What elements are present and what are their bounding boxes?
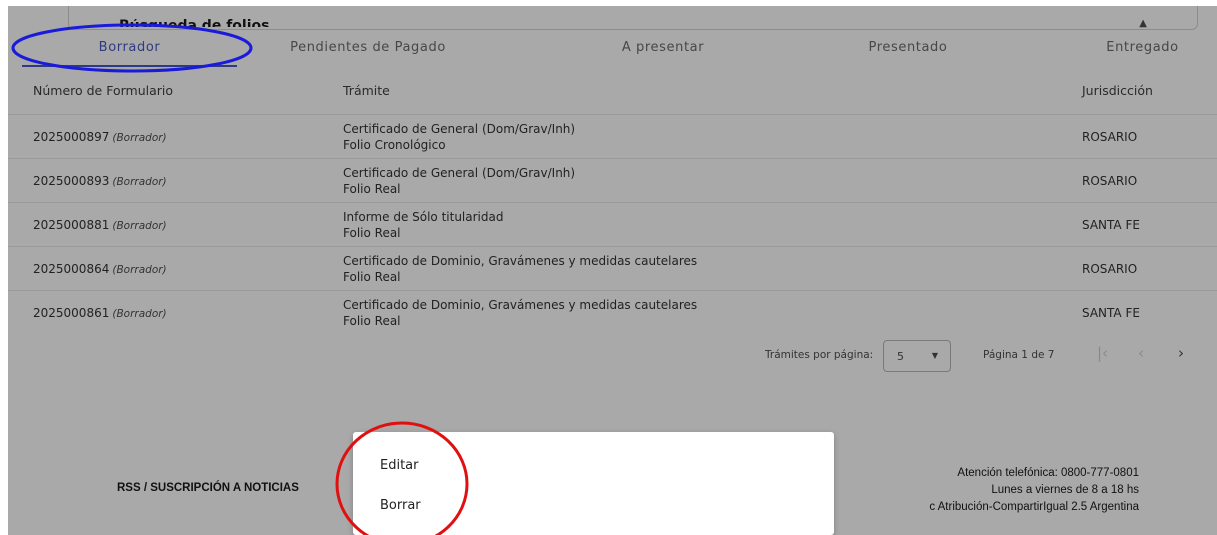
rss-link[interactable]: RSS / SUSCRIPCIÓN A NOTICIAS (117, 482, 299, 494)
cell-jurisdiccion: SANTA FE (1082, 306, 1140, 320)
header-tramite[interactable]: Trámite (343, 83, 390, 98)
table-row[interactable]: 2025000881 (Borrador) Informe de Sólo tit… (8, 203, 1217, 247)
page-indicator: Página 1 de 7 (983, 349, 1055, 361)
cell-tipo: Folio Cronológico (343, 138, 446, 152)
first-page-icon[interactable]: |‹ (1097, 344, 1108, 362)
cell-jurisdiccion: SANTA FE (1082, 218, 1140, 232)
delete-menu-item[interactable]: Borrar (380, 498, 421, 513)
cell-jurisdiccion: ROSARIO (1082, 130, 1138, 144)
tab-a-presentar[interactable]: A presentar (573, 32, 753, 66)
table-row[interactable]: 2025000864 (Borrador) Certificado de Domi… (8, 247, 1217, 291)
cell-estado: (Borrador) (112, 220, 167, 232)
phone-text: Atención telefónica: 0800-777-0801 (957, 467, 1139, 479)
tab-presentado[interactable]: Presentado (818, 32, 998, 66)
caret-down-icon: ▼ (931, 351, 938, 360)
table-row[interactable]: 2025000861 (Borrador) Certificado de Domi… (8, 291, 1217, 334)
chevron-up-icon[interactable]: ▲ (1139, 18, 1147, 29)
cell-tramite: Certificado de Dominio, Gravámenes y med… (343, 298, 698, 328)
cell-tramite: Informe de Sólo titularidad Folio Real (343, 210, 504, 240)
cell-tipo: Folio Real (343, 182, 401, 196)
search-panel-title: Búsqueda de folios (119, 19, 270, 27)
cell-numero: 2025000861 (Borrador) (33, 306, 167, 320)
per-page-value: 5 (897, 350, 904, 363)
top-margin (0, 0, 1217, 6)
active-tab-indicator (22, 65, 237, 67)
header-numero[interactable]: Número de Formulario (33, 83, 173, 98)
cell-tipo: Folio Real (343, 226, 401, 240)
per-page-label: Trámites por página: (765, 349, 874, 361)
pagination-bar: Trámites por página: 5 ▼ Página 1 de 7 |… (0, 338, 1217, 374)
row-context-menu: Editar Borrar (353, 432, 834, 535)
tab-entregado[interactable]: Entregado (1068, 32, 1217, 66)
left-margin (0, 0, 8, 535)
tramites-table: Número de Formulario Trámite Jurisdicció… (8, 70, 1217, 334)
contact-info: Atención telefónica: 0800-777-0801 Lunes… (929, 465, 1139, 516)
license-text: c Atribución-CompartirIgual 2.5 Argentin… (929, 501, 1139, 513)
tab-pendientes-de-pagado[interactable]: Pendientes de Pagado (268, 32, 468, 66)
table-row[interactable]: 2025000897 (Borrador) Certificado de Gene… (8, 115, 1217, 159)
cell-tramite: Certificado de Dominio, Gravámenes y med… (343, 254, 698, 284)
cell-tramite: Certificado de General (Dom/Grav/Inh) Fol… (343, 166, 576, 196)
cell-tipo: Folio Real (343, 270, 401, 284)
cell-tipo: Folio Real (343, 314, 401, 328)
tab-borrador[interactable]: Borrador (22, 32, 237, 66)
hours-text: Lunes a viernes de 8 a 18 hs (991, 484, 1139, 496)
cell-numero: 2025000881 (Borrador) (33, 218, 167, 232)
next-page-icon[interactable]: › (1178, 344, 1184, 362)
per-page-select[interactable]: 5 ▼ (883, 340, 951, 372)
cell-numero: 2025000897 (Borrador) (33, 130, 167, 144)
edit-menu-item[interactable]: Editar (380, 458, 419, 473)
cell-estado: (Borrador) (112, 308, 167, 320)
table-header: Número de Formulario Trámite Jurisdicció… (8, 70, 1217, 115)
cell-tramite: Certificado de General (Dom/Grav/Inh) Fol… (343, 122, 576, 152)
header-jurisdiccion[interactable]: Jurisdicción (1082, 83, 1153, 98)
cell-estado: (Borrador) (112, 132, 167, 144)
table-row[interactable]: 2025000893 (Borrador) Certificado de Gene… (8, 159, 1217, 203)
cell-numero: 2025000893 (Borrador) (33, 174, 167, 188)
cell-numero: 2025000864 (Borrador) (33, 262, 167, 276)
cell-estado: (Borrador) (112, 264, 167, 276)
status-tabs: Borrador Pendientes de Pagado A presenta… (8, 32, 1217, 68)
previous-page-icon[interactable]: ‹ (1138, 344, 1144, 362)
cell-jurisdiccion: ROSARIO (1082, 262, 1138, 276)
cell-jurisdiccion: ROSARIO (1082, 174, 1138, 188)
cell-estado: (Borrador) (112, 176, 167, 188)
